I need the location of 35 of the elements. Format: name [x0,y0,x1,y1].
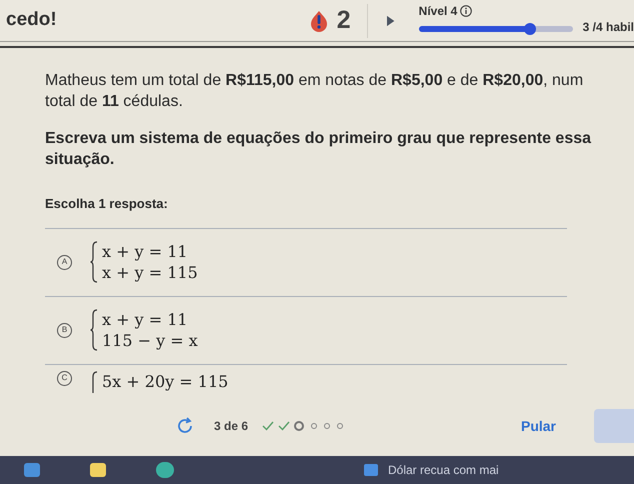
brace-icon [90,241,98,283]
check-button[interactable] [594,409,634,443]
play-icon[interactable] [387,14,395,28]
question-counter: 3 de 6 [214,418,248,435]
current-step-icon [294,421,304,431]
level-label: Nível 4 [418,2,458,20]
app-icon[interactable] [156,462,174,478]
check-icon [262,421,274,431]
brace-icon [90,309,98,351]
news-headline[interactable]: Dólar recua com mai [388,461,499,479]
answer-option[interactable]: B x + y = 11 115 − y = x [45,296,567,364]
instruction: Escolha 1 resposta: [45,195,169,213]
option-letter: C [57,370,72,386]
brace-icon [90,370,98,392]
question-text: Escreva um sistema de equações do primeiro grau que represente essa situação. [45,129,592,170]
skills-count: 3 /4 habil [582,18,634,36]
option-letter: A [57,254,72,270]
feedback-message: cedo! [6,8,57,32]
app-icon[interactable] [24,463,40,477]
equation: 115 − y = x [102,330,198,351]
answer-option[interactable]: A x + y = 11 x + y = 115 [45,228,567,296]
refresh-icon[interactable] [176,417,194,435]
equation: x + y = 11 [102,309,189,330]
progress-knob [524,22,536,34]
answer-option[interactable]: C 5x + 20y = 115 [45,364,567,404]
streak-count: 2 [336,4,351,36]
equation: 5x + 20y = 115 [102,370,228,392]
check-icon [278,421,290,431]
app-icon[interactable] [90,463,106,477]
equation: x + y = 115 [102,262,198,283]
info-icon[interactable] [460,4,472,16]
equation: x + y = 11 [102,241,189,262]
option-letter: B [57,322,72,338]
question-text: Matheus tem um total de R$115,00 em notas de R$5,00 e de R$20,00, num total de 11 cédulas. [45,71,584,112]
skip-button[interactable]: Pular [520,416,556,436]
